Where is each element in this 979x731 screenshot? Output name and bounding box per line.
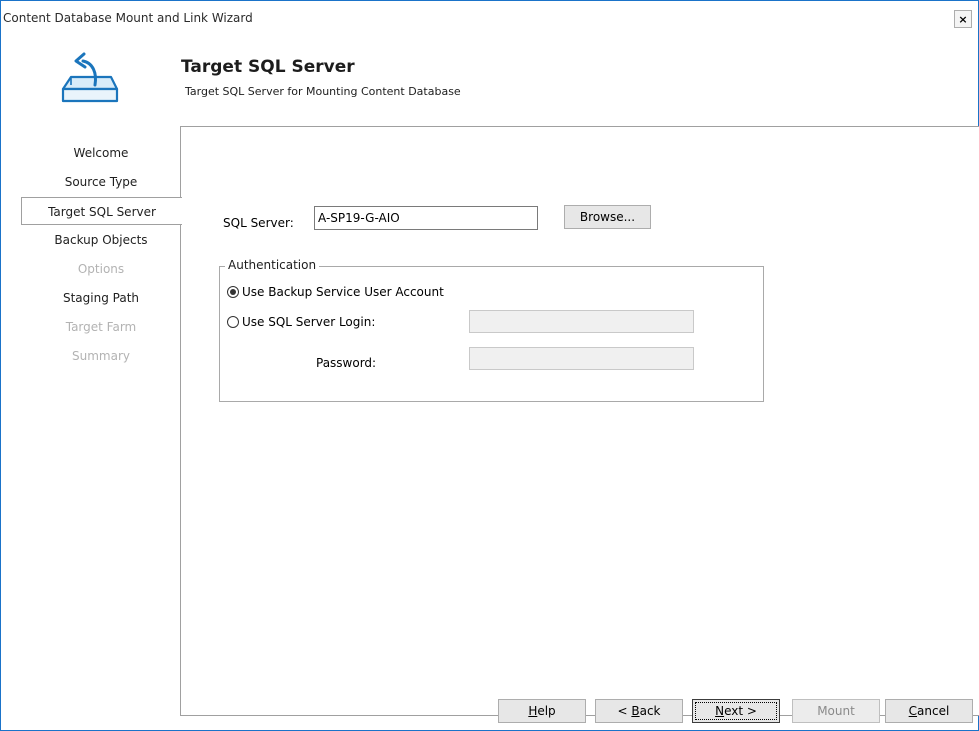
password-input — [469, 347, 694, 370]
help-button[interactable]: Help — [498, 699, 586, 723]
nav-step-summary: Summary — [72, 349, 130, 363]
browse-button[interactable]: Browse... — [564, 205, 651, 229]
nav-step-options: Options — [77, 262, 125, 276]
authentication-group-label: Authentication — [225, 258, 320, 272]
nav-step-backup-objects[interactable]: Backup Objects — [21, 226, 181, 254]
page-title: Target SQL Server — [181, 57, 355, 77]
mount-button: Mount — [792, 699, 880, 723]
cancel-button[interactable]: Cancel — [885, 699, 973, 723]
nav-step-welcome[interactable]: Welcome — [21, 139, 181, 167]
sql-server-label: SQL Server: — [223, 216, 294, 230]
title-bar: Content Database Mount and Link Wizard × — [1, 1, 978, 33]
wizard-window: Content Database Mount and Link Wizard ×… — [0, 0, 979, 731]
password-label: Password: — [316, 356, 377, 370]
radio-checked-icon[interactable] — [227, 286, 239, 298]
radio-backup-service-account[interactable]: Use Backup Service User Account — [227, 285, 444, 299]
back-button[interactable]: < Back — [595, 699, 683, 723]
window-title: Content Database Mount and Link Wizard — [3, 11, 253, 25]
close-button[interactable]: × — [954, 10, 972, 28]
radio-sql-server-login[interactable]: Use SQL Server Login: — [227, 315, 375, 329]
next-button[interactable]: Next > — [692, 699, 780, 723]
nav-step-staging-path[interactable]: Staging Path — [21, 284, 181, 312]
radio-unchecked-icon[interactable] — [227, 316, 239, 328]
page-subtitle: Target SQL Server for Mounting Content D… — [185, 85, 461, 98]
nav-step-target-farm: Target Farm — [65, 320, 137, 334]
sql-login-input — [469, 310, 694, 333]
sql-server-input[interactable]: A-SP19-G-AIO — [314, 206, 538, 230]
radio-backup-service-account-label: Use Backup Service User Account — [242, 285, 444, 299]
nav-step-target-sql-server[interactable]: Target SQL Server — [21, 197, 182, 225]
nav-step-source-type[interactable]: Source Type — [21, 168, 181, 196]
radio-sql-server-login-label: Use SQL Server Login: — [242, 315, 376, 329]
database-mount-icon — [61, 52, 119, 103]
